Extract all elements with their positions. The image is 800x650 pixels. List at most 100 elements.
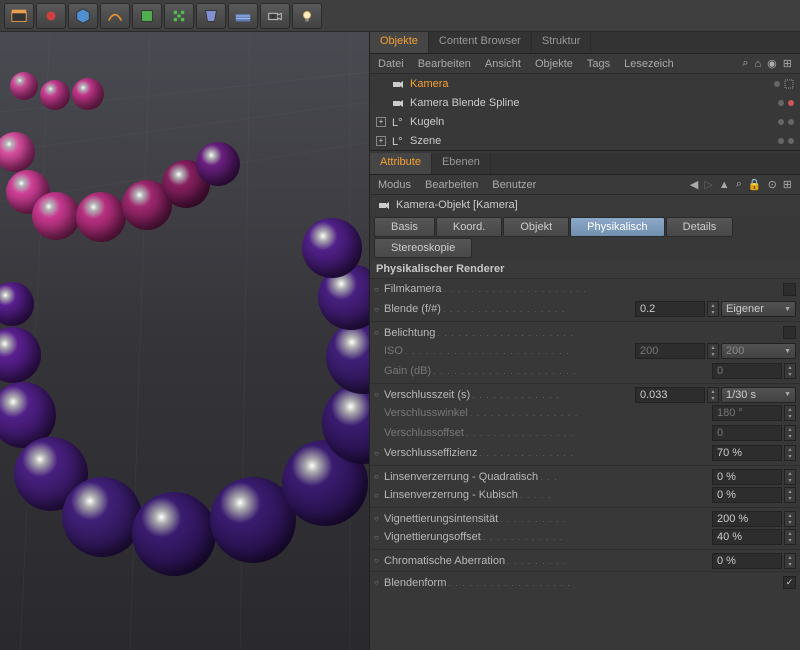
- btab-koord[interactable]: Koord.: [436, 217, 502, 237]
- object-label[interactable]: Kamera: [410, 78, 768, 90]
- spinner[interactable]: ▴▾: [784, 487, 796, 503]
- spinner[interactable]: ▴▾: [707, 387, 719, 403]
- prop-iso-value: 200: [635, 343, 705, 359]
- prop-blendenform-label: Blendenform: [384, 577, 446, 589]
- menu-tags[interactable]: Tags: [587, 58, 610, 70]
- prop-verschlussoffset-value: 0: [712, 425, 782, 441]
- btab-basis[interactable]: Basis: [374, 217, 435, 237]
- prop-belichtung-check[interactable]: [783, 326, 796, 339]
- menu-ansicht[interactable]: Ansicht: [485, 58, 521, 70]
- prop-verschlusseffizienz-value[interactable]: 70 %: [712, 445, 782, 461]
- scene-spheres: [0, 32, 369, 650]
- tab-objekte[interactable]: Objekte: [370, 32, 429, 53]
- prop-blende-value[interactable]: 0.2: [635, 301, 705, 317]
- search-icon[interactable]: ⌕: [736, 178, 742, 191]
- tab-content-browser[interactable]: Content Browser: [429, 32, 532, 53]
- camera-icon: [392, 78, 404, 90]
- object-row-kamera-spline[interactable]: Kamera Blende Spline: [370, 93, 800, 112]
- btab-physikalisch[interactable]: Physikalisch: [570, 217, 665, 237]
- prop-verschlusswinkel-label: Verschlusswinkel: [384, 407, 468, 419]
- prop-blendenform-check[interactable]: ✓: [783, 576, 796, 589]
- menu-benutzer[interactable]: Benutzer: [492, 179, 536, 191]
- prop-iso-label: ISO: [384, 345, 403, 357]
- prop-linsenverzerrung-k-label: Linsenverzerrung - Kubisch: [384, 489, 518, 501]
- prop-linsenverzerrung-k-value[interactable]: 0 %: [712, 487, 782, 503]
- up-icon[interactable]: ▲: [719, 179, 730, 191]
- spinner[interactable]: ▴▾: [784, 469, 796, 485]
- tool-cube[interactable]: [68, 3, 98, 29]
- tab-ebenen[interactable]: Ebenen: [432, 153, 491, 174]
- btab-objekt[interactable]: Objekt: [503, 217, 569, 237]
- tool-array[interactable]: [164, 3, 194, 29]
- back-icon[interactable]: ◀: [690, 178, 698, 191]
- prop-chromatische-aberration-label: Chromatische Aberration: [384, 555, 505, 567]
- object-menubar: Datei Bearbeiten Ansicht Objekte Tags Le…: [370, 54, 800, 74]
- search-icon[interactable]: ⌕: [742, 57, 748, 70]
- menu-bearbeiten[interactable]: Bearbeiten: [418, 58, 471, 70]
- tab-attribute[interactable]: Attribute: [370, 153, 432, 174]
- menu-modus[interactable]: Modus: [378, 179, 411, 191]
- attribute-object-title: Kamera-Objekt [Kamera]: [370, 195, 800, 215]
- expand-toggle[interactable]: +: [376, 136, 386, 146]
- spinner[interactable]: ▴▾: [784, 445, 796, 461]
- tool-spline[interactable]: [100, 3, 130, 29]
- object-title-text: Kamera-Objekt [Kamera]: [396, 199, 518, 211]
- menu-objekte[interactable]: Objekte: [535, 58, 573, 70]
- home-icon[interactable]: ⌂: [755, 58, 762, 70]
- eye-icon[interactable]: ◉: [767, 57, 777, 70]
- null-icon: L°: [392, 135, 404, 147]
- prop-filmkamera-label: Filmkamera: [384, 283, 441, 295]
- prop-vignettierungsintensitaet-value[interactable]: 200 %: [712, 511, 782, 527]
- expand-icon[interactable]: ⊞: [783, 57, 792, 70]
- spinner[interactable]: ▴▾: [784, 553, 796, 569]
- prop-blende-label: Blende (f/#): [384, 303, 441, 315]
- tool-nurbs[interactable]: [132, 3, 162, 29]
- object-row-kamera[interactable]: Kamera: [370, 74, 800, 93]
- tool-floor[interactable]: [228, 3, 258, 29]
- menu-datei[interactable]: Datei: [378, 58, 404, 70]
- fwd-icon[interactable]: ▷: [704, 178, 712, 191]
- lock-icon[interactable]: 🔒: [748, 178, 762, 191]
- tool-record[interactable]: [36, 3, 66, 29]
- prop-chromatische-aberration-value[interactable]: 0 %: [712, 553, 782, 569]
- prop-linsenverzerrung-q-label: Linsenverzerrung - Quadratisch: [384, 471, 538, 483]
- prop-blende-dropdown[interactable]: Eigener▼: [721, 301, 796, 317]
- prop-vignettierungsintensitaet-label: Vignettierungsintensität: [384, 513, 498, 525]
- spinner[interactable]: ▴▾: [784, 529, 796, 545]
- prop-verschlusszeit-label: Verschlusszeit (s): [384, 389, 470, 401]
- tool-camera[interactable]: [260, 3, 290, 29]
- object-label[interactable]: Kugeln: [410, 116, 772, 128]
- tool-light[interactable]: [292, 3, 322, 29]
- attribute-subtabs: Basis Koord. Objekt Physikalisch Details…: [370, 215, 800, 260]
- expand-toggle[interactable]: +: [376, 117, 386, 127]
- expand-icon[interactable]: ⊞: [783, 178, 792, 191]
- spinner: ▴▾: [784, 363, 796, 379]
- tool-deformer[interactable]: [196, 3, 226, 29]
- prop-verschlusszeit-dropdown[interactable]: 1/30 s▼: [721, 387, 796, 403]
- new-icon[interactable]: ⊙: [768, 178, 777, 191]
- tab-struktur[interactable]: Struktur: [532, 32, 592, 53]
- spinner: ▴▾: [707, 343, 719, 359]
- prop-verschlusseffizienz-label: Verschlusseffizienz: [384, 447, 477, 459]
- prop-verschlusswinkel-value: 180 °: [712, 405, 782, 421]
- prop-verschlusszeit-value[interactable]: 0.033: [635, 387, 705, 403]
- object-label[interactable]: Szene: [410, 135, 772, 147]
- prop-gain-value: 0: [712, 363, 782, 379]
- prop-linsenverzerrung-q-value[interactable]: 0 %: [712, 469, 782, 485]
- object-label[interactable]: Kamera Blende Spline: [410, 97, 772, 109]
- menu-bearbeiten[interactable]: Bearbeiten: [425, 179, 478, 191]
- object-row-kugeln[interactable]: + L° Kugeln: [370, 112, 800, 131]
- prop-vignettierungsoffset-value[interactable]: 40 %: [712, 529, 782, 545]
- tool-clapperboard[interactable]: [4, 3, 34, 29]
- object-tree: Kamera Kamera Blende Spline + L° Kugeln …: [370, 74, 800, 151]
- object-row-szene[interactable]: + L° Szene: [370, 131, 800, 150]
- menu-lesezeichen[interactable]: Lesezeich: [624, 58, 674, 70]
- prop-vignettierungsoffset-label: Vignettierungsoffset: [384, 531, 481, 543]
- prop-filmkamera-check[interactable]: [783, 283, 796, 296]
- prop-verschlussoffset-label: Verschlussoffset: [384, 427, 464, 439]
- btab-details[interactable]: Details: [666, 217, 734, 237]
- spinner[interactable]: ▴▾: [707, 301, 719, 317]
- spinner[interactable]: ▴▾: [784, 511, 796, 527]
- viewport-3d[interactable]: [0, 32, 370, 650]
- btab-stereoskopie[interactable]: Stereoskopie: [374, 238, 472, 258]
